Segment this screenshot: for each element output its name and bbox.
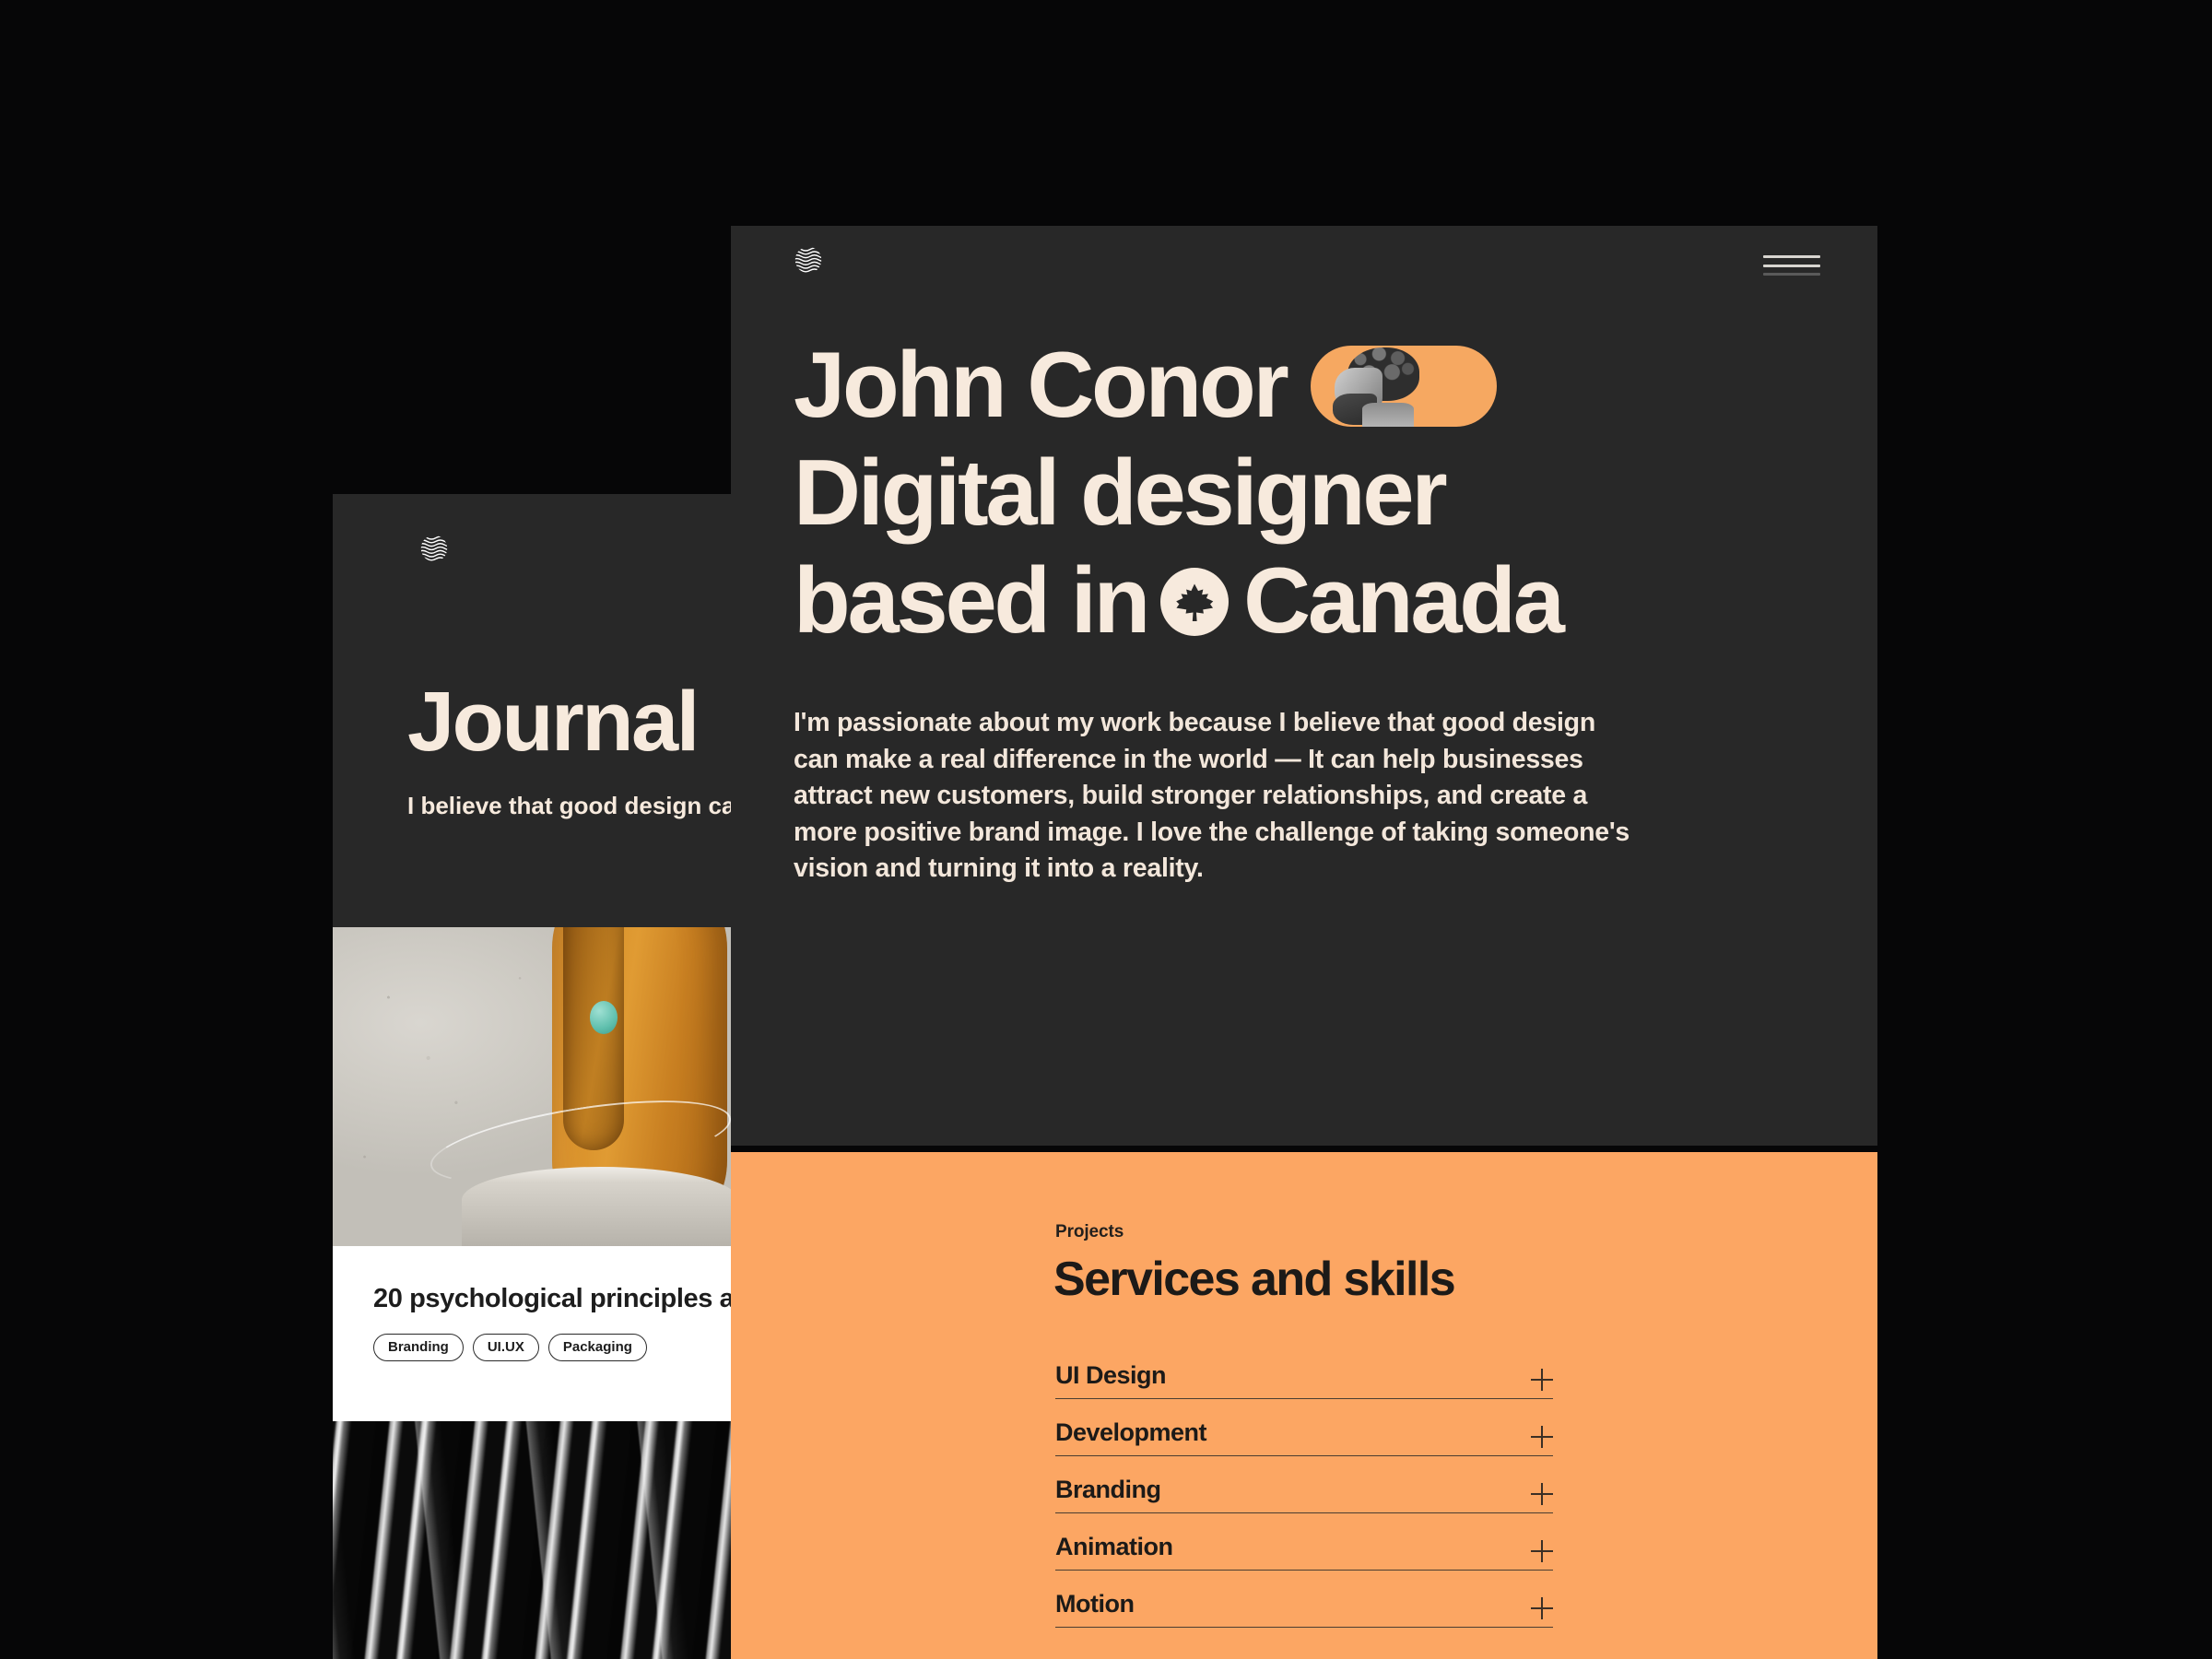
hero-location: Canada [1243,549,1565,653]
journal-hero-image [333,927,731,1246]
wavy-sphere-logo-icon[interactable] [791,242,826,277]
avatar-neck [1361,402,1414,427]
service-name: Development [1055,1418,1207,1446]
article-tag[interactable]: Branding [373,1334,464,1362]
service-name: UI Design [1055,1361,1167,1389]
journal-heading: Journal [407,675,700,769]
hamburger-line [1763,255,1820,258]
plus-icon[interactable] [1531,1426,1553,1448]
hero-role: Digital designer [794,441,1448,546]
services-panel: Projects Services and skills UI Design D… [731,1152,1877,1659]
service-row-development[interactable]: Development [1055,1399,1553,1456]
plus-icon[interactable] [1531,1369,1553,1391]
article-tag[interactable]: UI.UX [472,1334,539,1362]
page-root: Journal I believe that good design can m… [0,0,2212,1659]
image-pedestal [462,1167,731,1246]
journal-article-caption[interactable]: 20 psychological principles applied to d… [333,1246,731,1421]
plus-icon[interactable] [1531,1483,1553,1505]
hero-location-prefix: based in [794,549,1150,653]
service-name: Branding [1055,1476,1161,1503]
service-row-animation[interactable]: Animation [1055,1513,1553,1571]
services-title: Services and skills [1053,1253,1456,1306]
service-row-branding[interactable]: Branding [1055,1456,1553,1513]
service-row-motion[interactable]: Motion [1055,1571,1553,1628]
article-title: 20 psychological principles applied to d… [373,1284,731,1313]
journal-secondary-image [333,1421,731,1659]
image-teal-sphere [590,1001,618,1034]
article-tag[interactable]: Packaging [547,1334,647,1362]
page-title: John Conor Digital designer based in Can… [794,332,1826,655]
plus-icon[interactable] [1531,1540,1553,1562]
avatar-portrait [1324,346,1427,427]
hamburger-line [1763,264,1820,267]
service-row-ui-design[interactable]: UI Design [1055,1342,1553,1399]
article-tag-list: Branding UI.UX Packaging [373,1334,690,1362]
maple-leaf-icon [1160,567,1230,636]
service-name: Animation [1055,1533,1173,1560]
title-line-2: Digital designer [794,440,1826,547]
image-metal-highlights [333,1421,731,1659]
hamburger-menu-icon[interactable] [1763,255,1820,276]
hero-name: John Conor [794,334,1289,437]
services-list: UI Design Development Branding Animation… [1055,1342,1553,1628]
avatar [1310,345,1497,427]
hero-panel: John Conor Digital designer based in Can… [731,226,1877,1282]
services-eyebrow: Projects [1055,1222,1124,1241]
title-line-1: John Conor [794,332,1826,440]
plus-icon[interactable] [1531,1597,1553,1619]
journal-card[interactable]: Journal I believe that good design can m… [333,494,731,1659]
service-name: Motion [1055,1590,1135,1618]
hamburger-line [1763,273,1820,276]
wavy-sphere-logo-icon[interactable] [417,531,452,566]
journal-subtitle: I believe that good design can make a re… [407,792,731,819]
title-line-3: based in Canada [794,547,1826,655]
hero-paragraph: I'm passionate about my work because I b… [794,708,1630,884]
